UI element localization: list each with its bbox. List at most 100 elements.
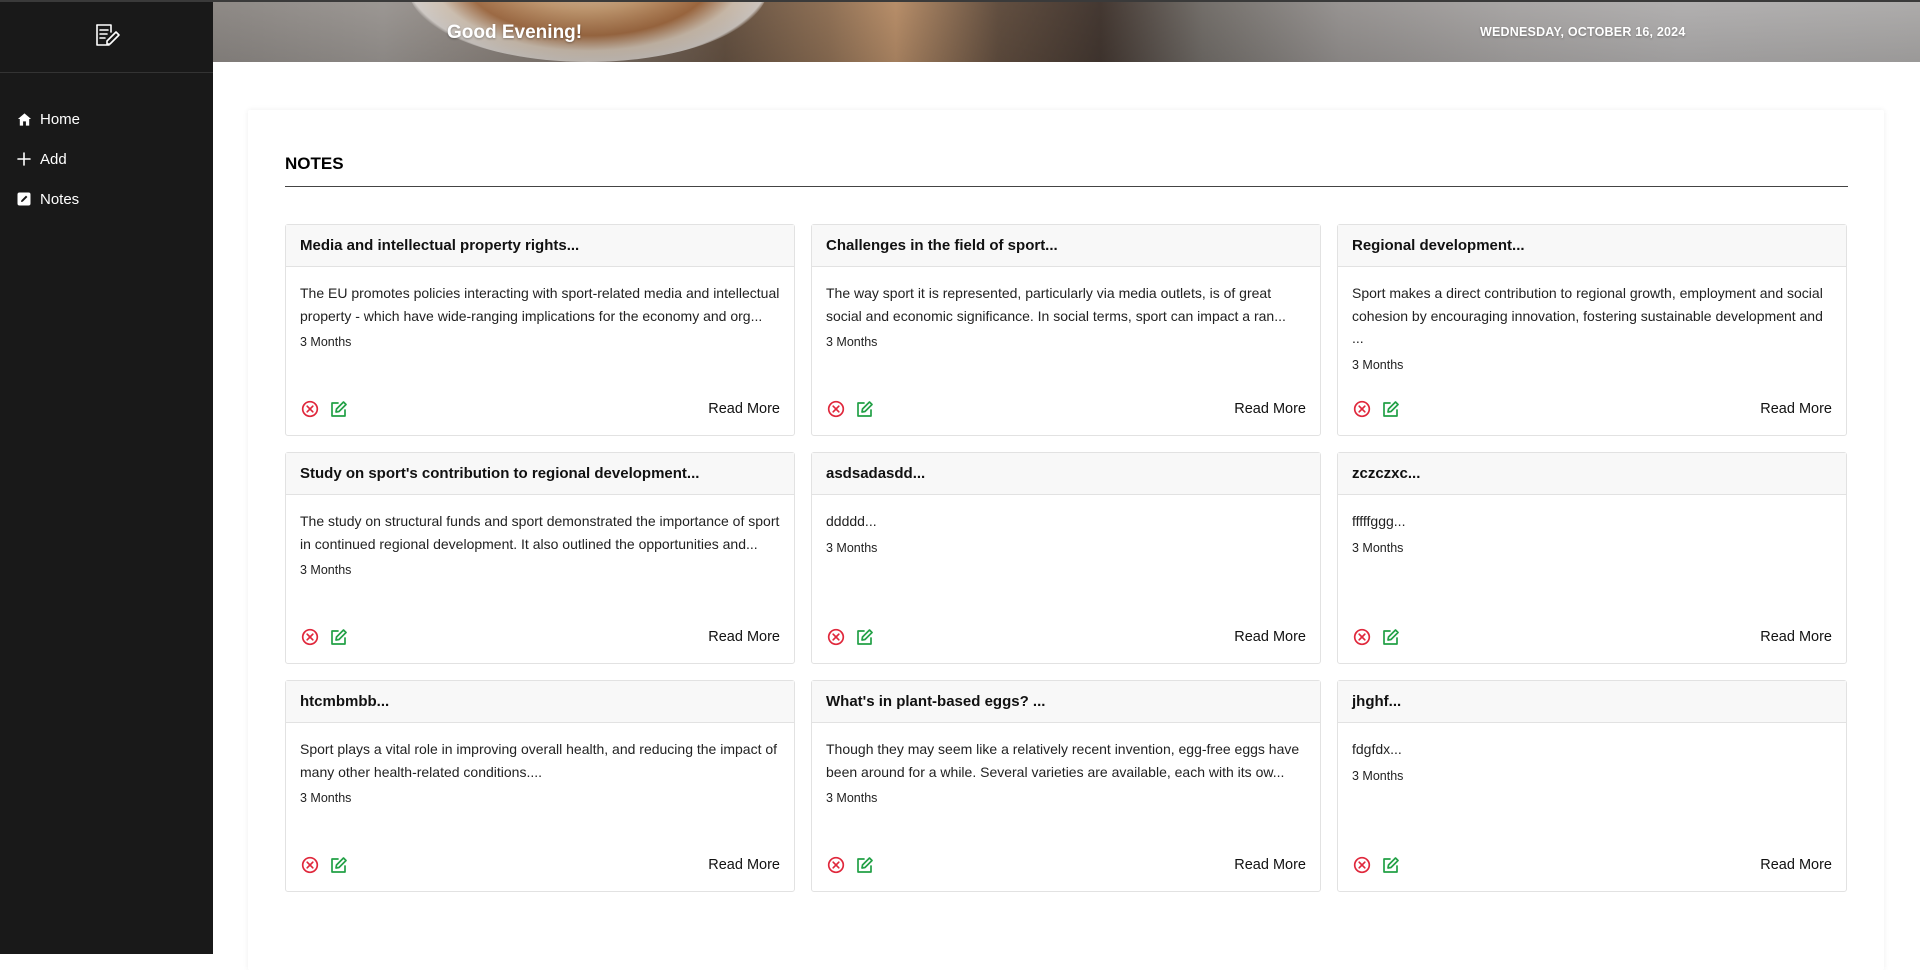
note-excerpt: The study on structural funds and sport … [300, 513, 780, 552]
circle-x-icon [1353, 856, 1371, 874]
edit-icon [855, 628, 874, 647]
edit-button[interactable] [328, 855, 348, 875]
note-excerpt: ddddd... [826, 513, 877, 529]
read-more-link[interactable]: Read More [708, 629, 780, 645]
edit-button[interactable] [328, 399, 348, 419]
edit-button[interactable] [1380, 399, 1400, 419]
delete-button[interactable] [300, 399, 320, 419]
note-age: 3 Months [300, 563, 352, 577]
note-card: asdsadasdd... ddddd... 3 Months Read More [811, 452, 1321, 664]
edit-button[interactable] [1380, 627, 1400, 647]
edit-button[interactable] [1380, 855, 1400, 875]
page-title: NOTES [285, 154, 344, 173]
plus-icon [17, 152, 32, 167]
note-actions: Read More [826, 853, 1306, 877]
read-more-link[interactable]: Read More [708, 401, 780, 417]
note-card: jhghf... fdgfdx... 3 Months Read More [1337, 680, 1847, 892]
edit-icon [1381, 400, 1400, 419]
delete-button[interactable] [1352, 627, 1372, 647]
delete-button[interactable] [1352, 855, 1372, 875]
note-actions: Read More [300, 625, 780, 649]
sidebar-logo[interactable] [0, 2, 213, 73]
edit-button[interactable] [328, 627, 348, 647]
delete-button[interactable] [300, 855, 320, 875]
note-title: jhghf... [1338, 681, 1846, 723]
note-age: 3 Months [826, 335, 878, 349]
note-title: What's in plant-based eggs? ... [812, 681, 1320, 723]
note-card: Regional development... Sport makes a dir… [1337, 224, 1847, 436]
note-age: 3 Months [826, 540, 878, 555]
note-excerpt: Sport plays a vital role in improving ov… [300, 741, 778, 780]
sidebar: Home Add Notes [0, 0, 213, 954]
note-title: Study on sport's contribution to regiona… [286, 453, 794, 495]
sidebar-item-notes[interactable]: Notes [0, 179, 213, 219]
circle-x-icon [827, 856, 845, 874]
note-actions: Read More [1352, 625, 1832, 649]
sidebar-nav: Home Add Notes [0, 73, 213, 219]
read-more-link[interactable]: Read More [1234, 857, 1306, 873]
note-actions: Read More [1352, 853, 1832, 877]
sidebar-item-home[interactable]: Home [0, 99, 213, 139]
sidebar-item-add[interactable]: Add [0, 139, 213, 179]
read-more-link[interactable]: Read More [1234, 629, 1306, 645]
note-actions: Read More [1352, 397, 1832, 421]
edit-button[interactable] [854, 855, 874, 875]
note-age: 3 Months [300, 335, 352, 349]
circle-x-icon [301, 400, 319, 418]
note-actions: Read More [826, 397, 1306, 421]
notes-panel: NOTES Media and intellectual property ri… [248, 110, 1884, 970]
note-actions: Read More [300, 853, 780, 877]
edit-button[interactable] [854, 399, 874, 419]
read-more-link[interactable]: Read More [1760, 401, 1832, 417]
note-card: zczczxc... fffffggg... 3 Months Read More [1337, 452, 1847, 664]
note-age: 3 Months [1352, 357, 1404, 372]
edit-icon [855, 400, 874, 419]
note-title: zczczxc... [1338, 453, 1846, 495]
sidebar-item-label: Add [40, 150, 67, 168]
note-excerpt: fffffggg... [1352, 513, 1406, 529]
note-title: htcmbmbb... [286, 681, 794, 723]
delete-button[interactable] [826, 627, 846, 647]
edit-icon [329, 856, 348, 875]
edit-icon [329, 400, 348, 419]
home-icon [17, 112, 32, 127]
current-date: WEDNESDAY, OCTOBER 16, 2024 [1480, 25, 1686, 39]
notepad-pencil-icon [93, 21, 121, 54]
note-card: htcmbmbb... Sport plays a vital role in i… [285, 680, 795, 892]
circle-x-icon [827, 400, 845, 418]
circle-x-icon [827, 628, 845, 646]
note-title: Media and intellectual property rights..… [286, 225, 794, 267]
greeting-text: Good Evening! [447, 22, 583, 43]
header-banner: Good Evening! WEDNESDAY, OCTOBER 16, 202… [213, 0, 1920, 62]
circle-x-icon [1353, 400, 1371, 418]
delete-button[interactable] [1352, 399, 1372, 419]
note-excerpt: The EU promotes policies interacting wit… [300, 285, 780, 324]
note-card: Challenges in the field of sport... The w… [811, 224, 1321, 436]
divider [285, 186, 1848, 187]
note-excerpt: fdgfdx... [1352, 741, 1402, 757]
note-actions: Read More [826, 625, 1306, 649]
circle-x-icon [301, 628, 319, 646]
read-more-link[interactable]: Read More [1760, 629, 1832, 645]
note-excerpt: Sport makes a direct contribution to reg… [1352, 285, 1823, 346]
note-excerpt: Though they may seem like a relatively r… [826, 741, 1300, 780]
note-age: 3 Months [1352, 540, 1404, 555]
note-card: What's in plant-based eggs? ... Though th… [811, 680, 1321, 892]
circle-x-icon [1353, 628, 1371, 646]
note-title: Regional development... [1338, 225, 1846, 267]
delete-button[interactable] [826, 399, 846, 419]
read-more-link[interactable]: Read More [708, 857, 780, 873]
note-title: Challenges in the field of sport... [812, 225, 1320, 267]
edit-button[interactable] [854, 627, 874, 647]
note-age: 3 Months [300, 791, 352, 805]
delete-button[interactable] [300, 627, 320, 647]
note-title: asdsadasdd... [812, 453, 1320, 495]
sidebar-item-label: Home [40, 110, 81, 128]
circle-x-icon [301, 856, 319, 874]
read-more-link[interactable]: Read More [1760, 857, 1832, 873]
edit-icon [1381, 628, 1400, 647]
delete-button[interactable] [826, 855, 846, 875]
note-edit-icon [17, 192, 32, 207]
note-card: Study on sport's contribution to regiona… [285, 452, 795, 664]
read-more-link[interactable]: Read More [1234, 401, 1306, 417]
